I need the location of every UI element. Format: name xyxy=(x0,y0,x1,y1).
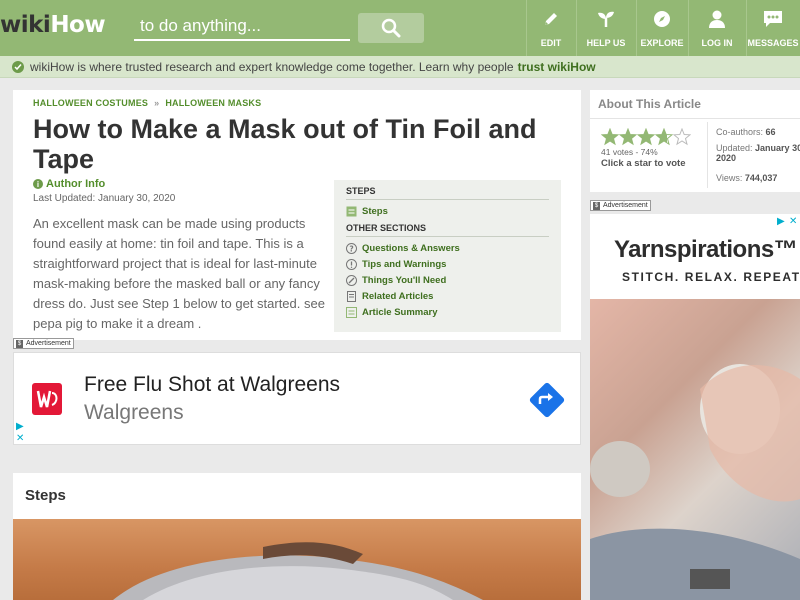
toc-item-questions[interactable]: ? Questions & Answers xyxy=(346,240,549,256)
adchoices-icon[interactable]: ▶ xyxy=(777,216,785,227)
coauthors-value: 66 xyxy=(765,127,776,137)
svg-text:?: ? xyxy=(349,244,353,253)
star-icon[interactable] xyxy=(619,128,637,146)
table-of-contents: STEPS Steps OTHER SECTIONS ? Questions &… xyxy=(334,180,561,332)
nav-label: EXPLORE xyxy=(640,38,684,48)
wikihow-logo[interactable]: wikiHow xyxy=(0,12,106,42)
list-icon xyxy=(346,206,357,217)
coauthors: Co-authors: 66 xyxy=(716,127,776,137)
vote-count: 41 votes - 74% xyxy=(601,147,658,157)
directions-arrow-icon[interactable] xyxy=(528,381,566,419)
toc-item-tips[interactable]: Tips and Warnings xyxy=(346,256,549,272)
document-icon xyxy=(346,290,357,302)
knitting-photo xyxy=(590,299,800,600)
nav-edit[interactable]: EDIT xyxy=(526,0,576,56)
star-icon[interactable] xyxy=(637,128,655,146)
question-icon: ? xyxy=(346,242,357,254)
user-icon xyxy=(706,8,728,30)
nav-label: MESSAGES xyxy=(747,38,799,48)
trust-banner: wikiHow is where trusted research and ex… xyxy=(0,56,800,78)
updated-label: Updated: xyxy=(716,143,753,153)
toc-item-summary[interactable]: Article Summary xyxy=(346,304,549,320)
tin-foil-illustration xyxy=(113,542,483,600)
ad-sponsor: Walgreens xyxy=(84,401,184,424)
compass-icon xyxy=(651,8,673,30)
top-header: wikiHow EDIT HELP US EXPLORE LOG IN xyxy=(0,0,800,56)
views-label: Views: xyxy=(716,173,743,183)
tools-icon xyxy=(346,274,357,286)
trust-banner-text: wikiHow is where trusted research and ex… xyxy=(30,59,514,74)
advertisement-badge: $ Advertisement xyxy=(590,200,651,211)
checkmark-icon xyxy=(12,60,24,73)
step-image[interactable] xyxy=(13,519,581,600)
info-icon: i xyxy=(33,179,43,189)
summary-icon xyxy=(346,306,357,318)
chat-icon xyxy=(762,8,784,30)
toc-item-label: Tips and Warnings xyxy=(362,258,447,270)
yarnspirations-ad[interactable]: ▶ ✕ Yarnspirations™ STITCH. RELAX. REPEA… xyxy=(590,214,800,600)
advertisement-label: Advertisement xyxy=(603,202,648,209)
view-count: Views: 744,037 xyxy=(716,173,777,183)
steps-heading: Steps xyxy=(25,487,66,504)
author-info-label: Author Info xyxy=(46,178,106,190)
logo-how-text: How xyxy=(50,12,106,38)
star-icon[interactable] xyxy=(655,128,673,146)
about-article-panel: About This Article 41 votes - 74% Click … xyxy=(590,90,800,192)
toc-item-label: Related Articles xyxy=(362,290,434,302)
updated-date: Updated: January 30 2020 xyxy=(716,143,800,163)
nav-log-in[interactable]: LOG IN xyxy=(688,0,746,56)
star-rating[interactable] xyxy=(601,128,691,146)
walgreens-logo-icon xyxy=(32,383,62,415)
sprout-icon xyxy=(595,8,617,30)
nav-label: HELP US xyxy=(586,38,626,48)
coauthors-label: Co-authors: xyxy=(716,127,764,137)
logo-wiki-text: wiki xyxy=(0,12,51,38)
star-icon[interactable] xyxy=(601,128,619,146)
toc-item-label: Article Summary xyxy=(362,306,438,318)
updated-year: 2020 xyxy=(716,153,737,163)
ad-headline: Free Flu Shot at Walgreens xyxy=(84,373,340,396)
author-info-link[interactable]: i Author Info xyxy=(33,178,105,190)
nav-explore[interactable]: EXPLORE xyxy=(636,0,688,56)
search-button[interactable] xyxy=(358,13,424,43)
nav-label: LOG IN xyxy=(701,38,733,48)
toc-other-heading: OTHER SECTIONS xyxy=(346,223,549,237)
advertisement-badge: $ Advertisement xyxy=(13,338,74,349)
updated-value: January 30 xyxy=(755,143,800,153)
search-input[interactable] xyxy=(134,12,350,41)
adchoices-icon[interactable]: ▶ ✕ xyxy=(16,421,24,445)
nav-label: EDIT xyxy=(540,38,562,48)
walgreens-ad[interactable]: Free Flu Shot at Walgreens Walgreens ▶ ✕ xyxy=(13,352,581,445)
star-icon[interactable] xyxy=(673,128,691,146)
toc-steps-heading: STEPS xyxy=(346,186,549,200)
warning-icon xyxy=(346,258,357,270)
breadcrumb-halloween-masks[interactable]: HALLOWEEN MASKS xyxy=(165,98,261,108)
pencil-icon xyxy=(540,8,562,30)
toc-item-label: Steps xyxy=(362,205,388,217)
toc-item-related[interactable]: Related Articles xyxy=(346,288,549,304)
page-title: How to Make a Mask out of Tin Foil and T… xyxy=(33,114,537,174)
toc-item-steps[interactable]: Steps xyxy=(346,203,549,219)
ad-tagline: STITCH. RELAX. REPEAT. xyxy=(622,270,800,284)
advertisement-label: Advertisement xyxy=(26,340,71,347)
breadcrumb-halloween-costumes[interactable]: HALLOWEEN COSTUMES xyxy=(33,98,148,108)
steps-section: Steps xyxy=(13,473,581,600)
click-to-vote[interactable]: Click a star to vote xyxy=(601,158,685,169)
views-value: 744,037 xyxy=(744,173,778,183)
article-intro: An excellent mask can be made using prod… xyxy=(33,216,325,331)
last-updated: Last Updated: January 30, 2020 xyxy=(33,193,176,204)
nav-help-us[interactable]: HELP US xyxy=(576,0,636,56)
yarnspirations-logo: Yarnspirations™ xyxy=(614,236,798,263)
article-card: HALLOWEEN COSTUMES » HALLOWEEN MASKS How t… xyxy=(13,90,581,340)
toc-item-label: Questions & Answers xyxy=(362,242,460,254)
breadcrumb-separator: » xyxy=(154,98,160,108)
toc-item-things-needed[interactable]: Things You'll Need xyxy=(346,272,549,288)
about-title: About This Article xyxy=(598,97,701,111)
breadcrumb: HALLOWEEN COSTUMES » HALLOWEEN MASKS xyxy=(33,98,261,108)
trust-wikihow-link[interactable]: trust wikiHow xyxy=(518,60,596,74)
close-ad-icon[interactable]: ✕ xyxy=(789,216,797,227)
search-icon xyxy=(381,18,401,38)
nav-messages[interactable]: MESSAGES xyxy=(746,0,800,56)
toc-item-label: Things You'll Need xyxy=(362,274,447,286)
